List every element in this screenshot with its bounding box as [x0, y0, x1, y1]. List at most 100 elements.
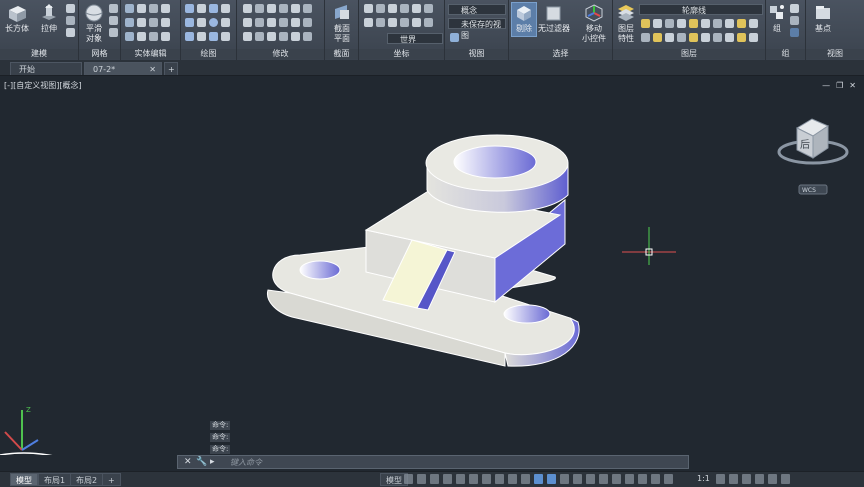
viewport-icon[interactable]: [450, 33, 459, 42]
ucs-icon[interactable]: [424, 4, 433, 13]
more-icon[interactable]: [291, 32, 300, 41]
ucs-icon[interactable]: [364, 18, 373, 27]
annotation-scale-value[interactable]: 1:1: [697, 474, 710, 483]
workspace-icon[interactable]: [612, 474, 621, 484]
union-icon[interactable]: [125, 4, 134, 13]
wrench-icon[interactable]: 🔧: [196, 457, 207, 467]
drawing-area[interactable]: 后 WCS Z: [0, 75, 864, 455]
customize-icon[interactable]: [781, 474, 790, 484]
wcs-menu[interactable]: WCS: [798, 184, 828, 195]
auto-scale-icon[interactable]: [586, 474, 595, 484]
more-icon[interactable]: [303, 4, 312, 13]
ucs-icon[interactable]: [424, 18, 433, 27]
ucs-icon[interactable]: [388, 18, 397, 27]
scale-icon[interactable]: [255, 32, 264, 41]
lock-ui-icon[interactable]: [664, 474, 673, 484]
polyline-icon[interactable]: [185, 4, 194, 13]
thicken-icon[interactable]: [137, 32, 146, 41]
layer-tool-icon[interactable]: [653, 33, 662, 42]
solid-tool-icon[interactable]: [66, 28, 75, 37]
ortho-icon[interactable]: [430, 474, 439, 484]
transparency-icon[interactable]: [495, 474, 504, 484]
group-tool-icon[interactable]: [790, 28, 799, 37]
layer-tool-icon[interactable]: [713, 33, 722, 42]
layer-tool-icon[interactable]: [725, 19, 734, 28]
layer-properties-button[interactable]: 图层 特性: [615, 3, 637, 44]
gear-icon[interactable]: [716, 474, 725, 484]
stretch-icon[interactable]: [243, 32, 252, 41]
mirror-icon[interactable]: [279, 4, 288, 13]
viewcube[interactable]: 后: [777, 118, 849, 165]
slice-icon[interactable]: [137, 4, 146, 13]
layout-tab-2[interactable]: 布局2: [70, 473, 104, 486]
more-icon[interactable]: [221, 4, 230, 13]
line-icon[interactable]: [197, 4, 206, 13]
layout-tab-model[interactable]: 模型: [10, 473, 38, 486]
gizmo-icon[interactable]: [560, 474, 569, 484]
ucs-icon[interactable]: [388, 4, 397, 13]
layer-tool-icon[interactable]: [641, 19, 650, 28]
copy-icon[interactable]: [279, 18, 288, 27]
solid-tool-icon[interactable]: [66, 4, 75, 13]
mesh-tool-icon[interactable]: [109, 28, 118, 37]
layer-tool-icon[interactable]: [689, 19, 698, 28]
layer-tool-icon[interactable]: [713, 19, 722, 28]
spline-icon[interactable]: [185, 18, 194, 27]
tab-drawing[interactable]: 07-2* ✕: [84, 62, 162, 75]
smooth-object-button[interactable]: 平滑 对象: [81, 3, 107, 44]
more-icon[interactable]: [303, 32, 312, 41]
add-layout-button[interactable]: +: [102, 473, 121, 486]
box-button[interactable]: 长方体: [4, 3, 30, 34]
separate-icon[interactable]: [149, 32, 158, 41]
osnap-icon[interactable]: [456, 474, 465, 484]
command-input[interactable]: 键入命令: [230, 457, 262, 468]
new-tab-button[interactable]: +: [164, 62, 178, 75]
group-button[interactable]: 组: [768, 3, 786, 34]
edit-icon[interactable]: [161, 18, 170, 27]
offset-icon[interactable]: [267, 18, 276, 27]
section-plane-button[interactable]: 截面 平面: [328, 3, 356, 44]
layer-tool-icon[interactable]: [653, 19, 662, 28]
layer-tool-icon[interactable]: [665, 19, 674, 28]
layout-tab-1[interactable]: 布局1: [38, 473, 72, 486]
saved-view-select[interactable]: 未保存的视图: [448, 18, 506, 40]
polar-icon[interactable]: [443, 474, 452, 484]
imprint-icon[interactable]: [149, 18, 158, 27]
fillet-icon[interactable]: [255, 18, 264, 27]
ucs-icon[interactable]: [376, 18, 385, 27]
annotation-monitor-icon[interactable]: [625, 474, 634, 484]
ellipse-icon[interactable]: [209, 32, 218, 41]
extrude-button[interactable]: 拉伸: [36, 3, 62, 34]
layer-tool-icon[interactable]: [749, 19, 758, 28]
ucs-icon[interactable]: [400, 18, 409, 27]
layer-tool-icon[interactable]: [725, 33, 734, 42]
annotation-visibility-icon[interactable]: [573, 474, 582, 484]
subtract-icon[interactable]: [125, 18, 134, 27]
layer-tool-icon[interactable]: [677, 33, 686, 42]
hardware-acceleration-icon[interactable]: [755, 474, 764, 484]
extract-icon[interactable]: [149, 4, 158, 13]
lineweight-icon[interactable]: [482, 474, 491, 484]
more-icon[interactable]: [221, 32, 230, 41]
clean-screen-icon[interactable]: [768, 474, 777, 484]
shell-icon[interactable]: [161, 32, 170, 41]
tab-start[interactable]: 开始: [10, 62, 82, 75]
circle-icon[interactable]: [209, 18, 218, 27]
plus-icon[interactable]: [729, 474, 738, 484]
layer-tool-icon[interactable]: [701, 33, 710, 42]
base-button[interactable]: 基点: [810, 3, 836, 34]
solid-tool-icon[interactable]: [66, 16, 75, 25]
move-gizmo-button[interactable]: 移动 小控件: [579, 3, 609, 44]
layer-tool-icon[interactable]: [737, 33, 746, 42]
interfere-icon[interactable]: [137, 18, 146, 27]
ucs-icon[interactable]: [364, 4, 373, 13]
layer-tool-icon[interactable]: [665, 33, 674, 42]
ucs-icon[interactable]: [376, 4, 385, 13]
command-line[interactable]: ✕ 🔧 ▸ 键入命令: [177, 455, 689, 469]
trim-icon[interactable]: [267, 32, 276, 41]
ucs-icon[interactable]: [412, 4, 421, 13]
layer-tool-icon[interactable]: [641, 33, 650, 42]
no-filter-button[interactable]: 无过滤器: [537, 3, 571, 34]
move-icon[interactable]: [243, 4, 252, 13]
layer-tool-icon[interactable]: [689, 33, 698, 42]
